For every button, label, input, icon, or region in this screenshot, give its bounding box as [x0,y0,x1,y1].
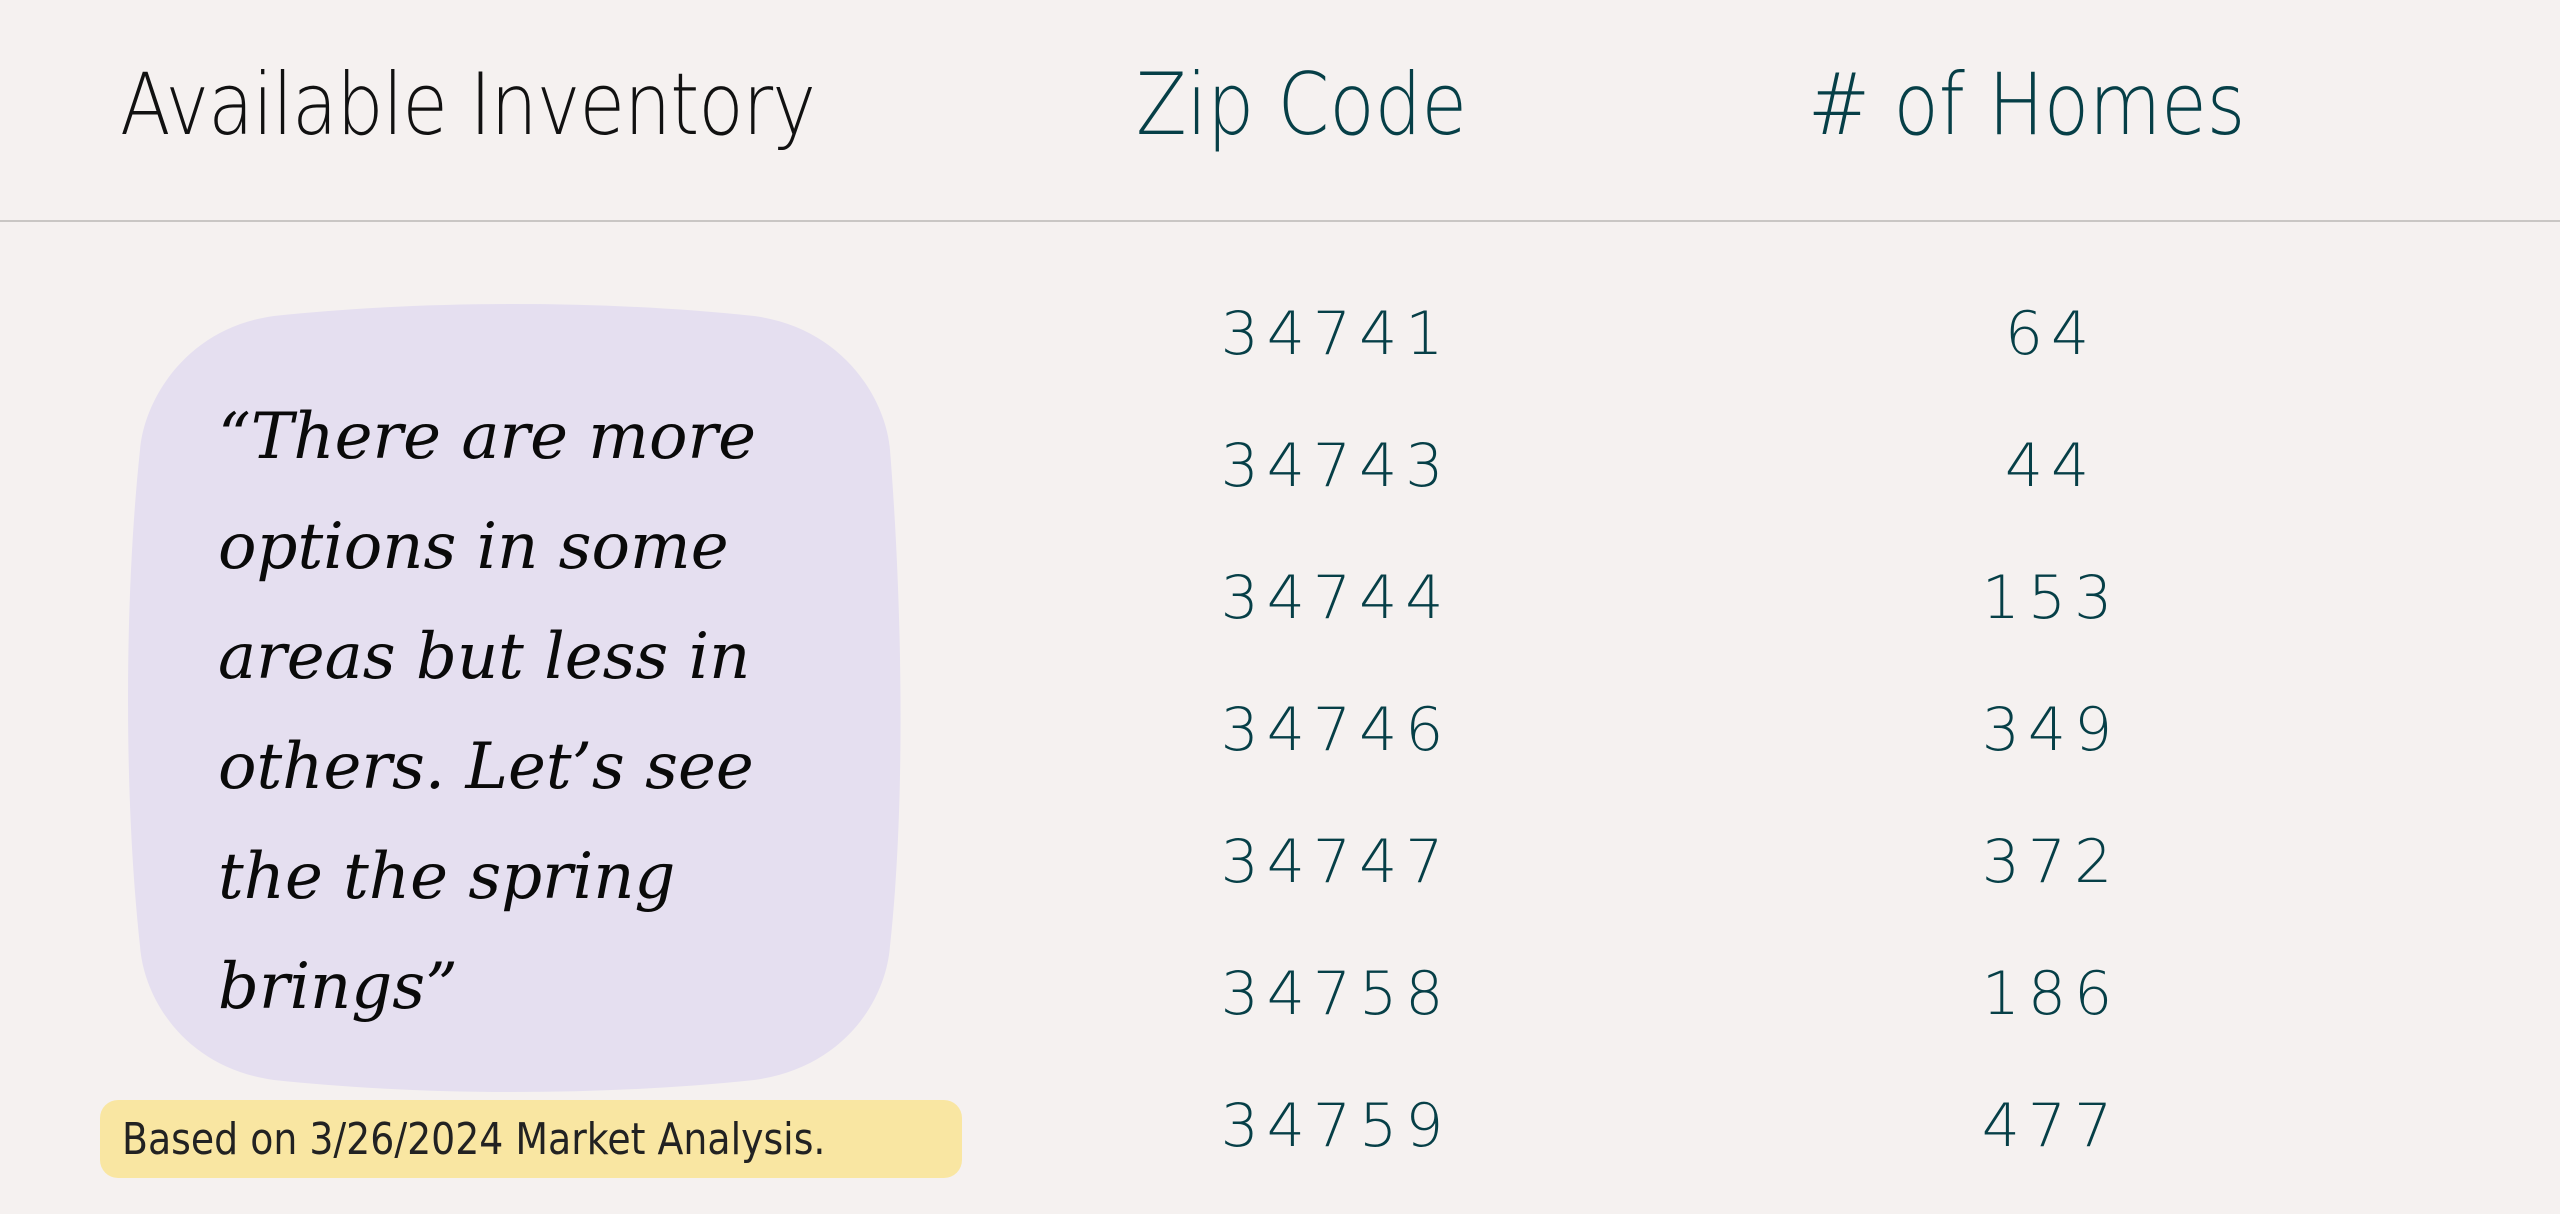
homes-count-cell: 372 [1981,827,2121,897]
zip-code-cell: 34741 [1220,299,1452,369]
zip-code-cell: 34744 [1220,563,1452,633]
column-header-number-of-homes: # of Homes [1808,55,2246,155]
homes-count-cell: 186 [1981,959,2121,1029]
zip-code-cell: 34759 [1220,1091,1452,1161]
homes-count-cell: 44 [2004,431,2098,501]
table-row: 34741 64 [1136,290,2136,422]
zip-code-cell: 34746 [1220,695,1452,765]
table-row: 34758 186 [1136,950,2136,1082]
column-header-zip-code: Zip Code [1136,55,1468,155]
footnote-text: Based on 3/26/2024 Market Analysis. [122,1113,826,1165]
homes-count-cell: 64 [2004,299,2098,369]
table-row: 34747 372 [1136,818,2136,950]
market-analysis-footnote: Based on 3/26/2024 Market Analysis. [100,1100,962,1178]
page-title: Available Inventory [120,55,816,155]
homes-count-cell: 349 [1981,695,2121,765]
header-divider [0,220,2560,222]
quote-text: “There are more options in some areas bu… [218,400,756,1024]
homes-count-cell: 153 [1981,563,2121,633]
zip-code-cell: 34743 [1220,431,1452,501]
table-row: 34743 44 [1136,422,2136,554]
table-row: 34746 349 [1136,686,2136,818]
table-row: 34759 477 [1136,1082,2136,1214]
zip-code-cell: 34758 [1220,959,1452,1029]
homes-count-cell: 477 [1981,1091,2121,1161]
table-row: 34744 153 [1136,554,2136,686]
zip-code-cell: 34747 [1220,827,1452,897]
